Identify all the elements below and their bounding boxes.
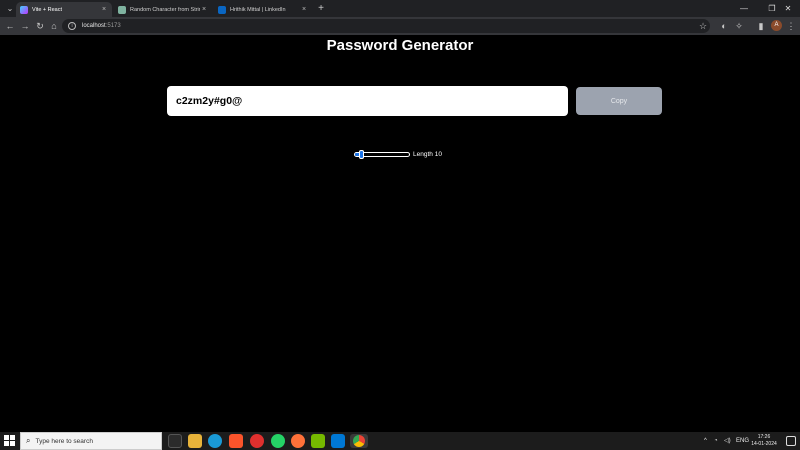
address-bar[interactable]: i localhost:5173 (62, 19, 710, 33)
tab-title: Vite + React (32, 6, 63, 13)
minimize-icon[interactable]: — (730, 0, 758, 17)
profile-avatar[interactable]: A (771, 20, 782, 31)
address-host: localhost (82, 23, 106, 29)
file-explorer-icon[interactable] (188, 434, 202, 448)
page-favicon-icon (118, 5, 126, 14)
tray-chevron-icon[interactable]: ^ (704, 432, 707, 450)
vite-favicon-icon (20, 5, 28, 14)
page-title: Password Generator (326, 37, 474, 54)
password-field[interactable] (167, 86, 568, 116)
taskbar-search-input[interactable]: ⌕ Type here to search (20, 432, 162, 450)
taskbar-clock[interactable]: 17:26 14-01-2024 (748, 434, 780, 448)
network-icon[interactable]: ◔ (714, 432, 718, 450)
clock-date: 14-01-2024 (751, 441, 777, 447)
opera-browser-icon[interactable] (250, 434, 264, 448)
bookmark-star-icon[interactable]: ☆ (697, 20, 709, 32)
nvidia-icon[interactable] (311, 434, 325, 448)
close-icon[interactable]: × (200, 6, 208, 13)
search-placeholder: Type here to search (35, 437, 93, 445)
close-icon[interactable]: × (300, 6, 308, 13)
copy-button[interactable]: Copy (576, 87, 662, 115)
chrome-icon (353, 435, 365, 447)
address-port: :5173 (105, 23, 121, 29)
windows-start-icon[interactable] (4, 435, 16, 447)
notification-icon[interactable] (786, 436, 796, 446)
tab-vite-react[interactable]: Vite + React × (16, 2, 112, 17)
brave-browser-icon[interactable] (229, 434, 243, 448)
page-content: Password Generator Copy Length 10 (0, 35, 800, 432)
edge-browser-icon[interactable] (208, 434, 222, 448)
linkedin-favicon-icon (218, 5, 226, 14)
vscode-icon[interactable] (331, 434, 345, 448)
length-slider[interactable] (354, 149, 410, 159)
length-value: 10 (434, 150, 442, 158)
length-control: Length 10 (354, 148, 442, 160)
task-view-icon[interactable] (168, 434, 182, 448)
length-label: Length 10 (413, 150, 442, 158)
clock-time: 17:26 (757, 434, 771, 440)
back-icon[interactable]: ← (4, 20, 16, 32)
extensions-puzzle-icon[interactable]: ✧ (733, 20, 745, 32)
close-icon[interactable]: × (100, 6, 108, 13)
forward-icon[interactable]: → (19, 20, 31, 32)
side-panel-icon[interactable]: ▮ (755, 20, 767, 32)
tab-title: Hrithik Mittal | LinkedIn (230, 6, 286, 13)
new-tab-button[interactable]: + (315, 2, 327, 15)
windows-taskbar: ⌕ Type here to search ^ ◔ ◁) ENG 17:26 1… (0, 432, 800, 450)
menu-kebab-icon[interactable]: ⋮ (785, 20, 797, 32)
extension-icon[interactable]: ◐ (718, 20, 730, 32)
tab-search-icon[interactable]: ⌄ (3, 2, 17, 15)
home-icon[interactable]: ⌂ (48, 20, 60, 32)
firefox-icon[interactable] (291, 434, 305, 448)
chrome-taskbar-icon[interactable] (350, 434, 368, 448)
slider-thumb[interactable] (359, 149, 364, 159)
search-icon: ⌕ (26, 436, 31, 445)
tab-title: Random Character from String (130, 6, 200, 13)
screen: ⌄ Vite + React × Random Character from S… (0, 0, 800, 450)
site-info-icon[interactable]: i (68, 22, 76, 30)
browser-toolbar: ← → ↻ ⌂ i localhost:5173 ☆ ◐ ✧ ▮ A ⋮ (0, 17, 800, 35)
browser-tab-strip: ⌄ Vite + React × Random Character from S… (0, 0, 800, 17)
tab-random-character[interactable]: Random Character from String × (114, 2, 212, 17)
close-window-icon[interactable]: ✕ (776, 0, 800, 17)
tab-linkedin[interactable]: Hrithik Mittal | LinkedIn × (214, 2, 312, 17)
volume-icon[interactable]: ◁) (724, 432, 731, 450)
reload-icon[interactable]: ↻ (34, 20, 46, 32)
whatsapp-icon[interactable] (271, 434, 285, 448)
